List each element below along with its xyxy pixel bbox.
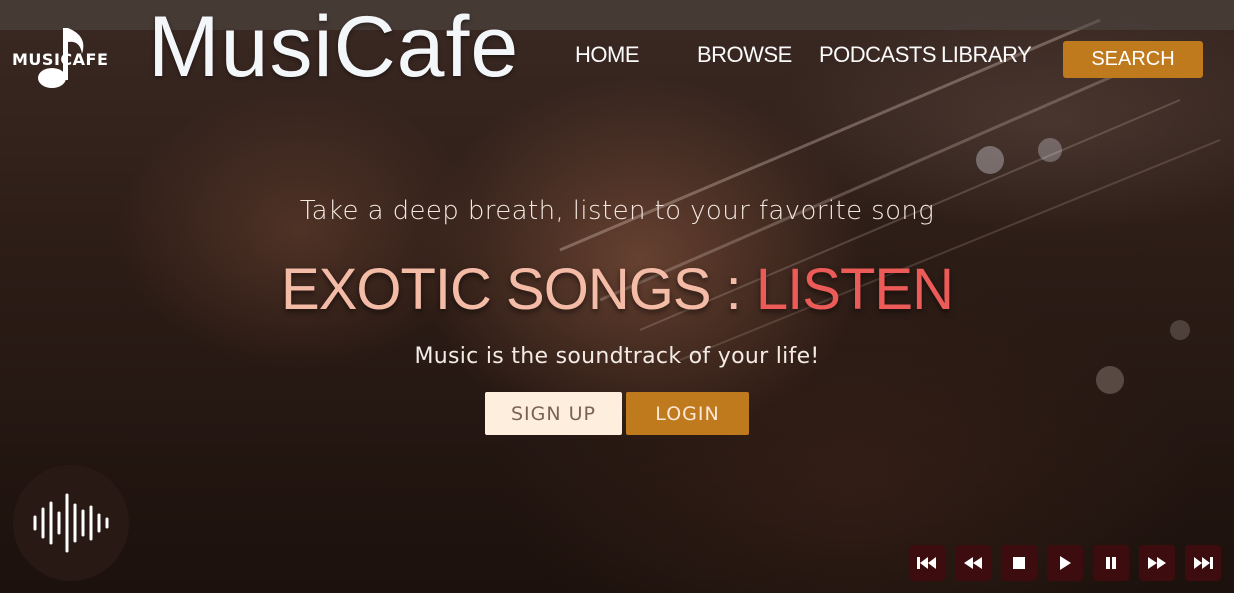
site-title: MusiCafe — [148, 0, 520, 95]
skip-previous-button[interactable] — [909, 545, 945, 581]
skip-previous-icon — [917, 557, 936, 569]
fast-forward-icon — [1148, 557, 1166, 569]
hero-subline: Music is the soundtrack of your life! — [414, 344, 820, 369]
logo-text: MUSICAFE — [12, 50, 109, 69]
stop-icon — [1013, 557, 1025, 569]
stop-button[interactable] — [1001, 545, 1037, 581]
rewind-button[interactable] — [955, 545, 991, 581]
headline-part2: LISTEN — [755, 257, 954, 322]
skip-next-button[interactable] — [1185, 545, 1221, 581]
fast-forward-button[interactable] — [1139, 545, 1175, 581]
signup-button[interactable]: SIGN UP — [485, 392, 622, 435]
audio-wave-button[interactable] — [13, 465, 129, 581]
nav-library[interactable]: LIBRARY — [941, 42, 1032, 68]
headline-separator: : — [725, 257, 742, 322]
hero-tagline: Take a deep breath, listen to your favor… — [299, 196, 935, 226]
play-button[interactable] — [1047, 545, 1083, 581]
hero-headline: EXOTIC SONGS : LISTEN — [0, 256, 1234, 323]
skip-next-icon — [1194, 557, 1213, 569]
nav-podcasts[interactable]: PODCASTS — [819, 42, 937, 68]
play-icon — [1060, 556, 1071, 570]
login-button[interactable]: LOGIN — [626, 392, 749, 435]
pause-icon — [1106, 557, 1116, 569]
search-button[interactable]: SEARCH — [1063, 41, 1203, 78]
headline-part1: EXOTIC SONGS — [281, 257, 712, 322]
audio-wave-icon — [33, 493, 109, 553]
nav-browse[interactable]: BROWSE — [697, 42, 792, 68]
logo[interactable]: MUSICAFE — [12, 22, 127, 94]
nav-home[interactable]: HOME — [575, 42, 640, 68]
rewind-icon — [964, 557, 982, 569]
pause-button[interactable] — [1093, 545, 1129, 581]
